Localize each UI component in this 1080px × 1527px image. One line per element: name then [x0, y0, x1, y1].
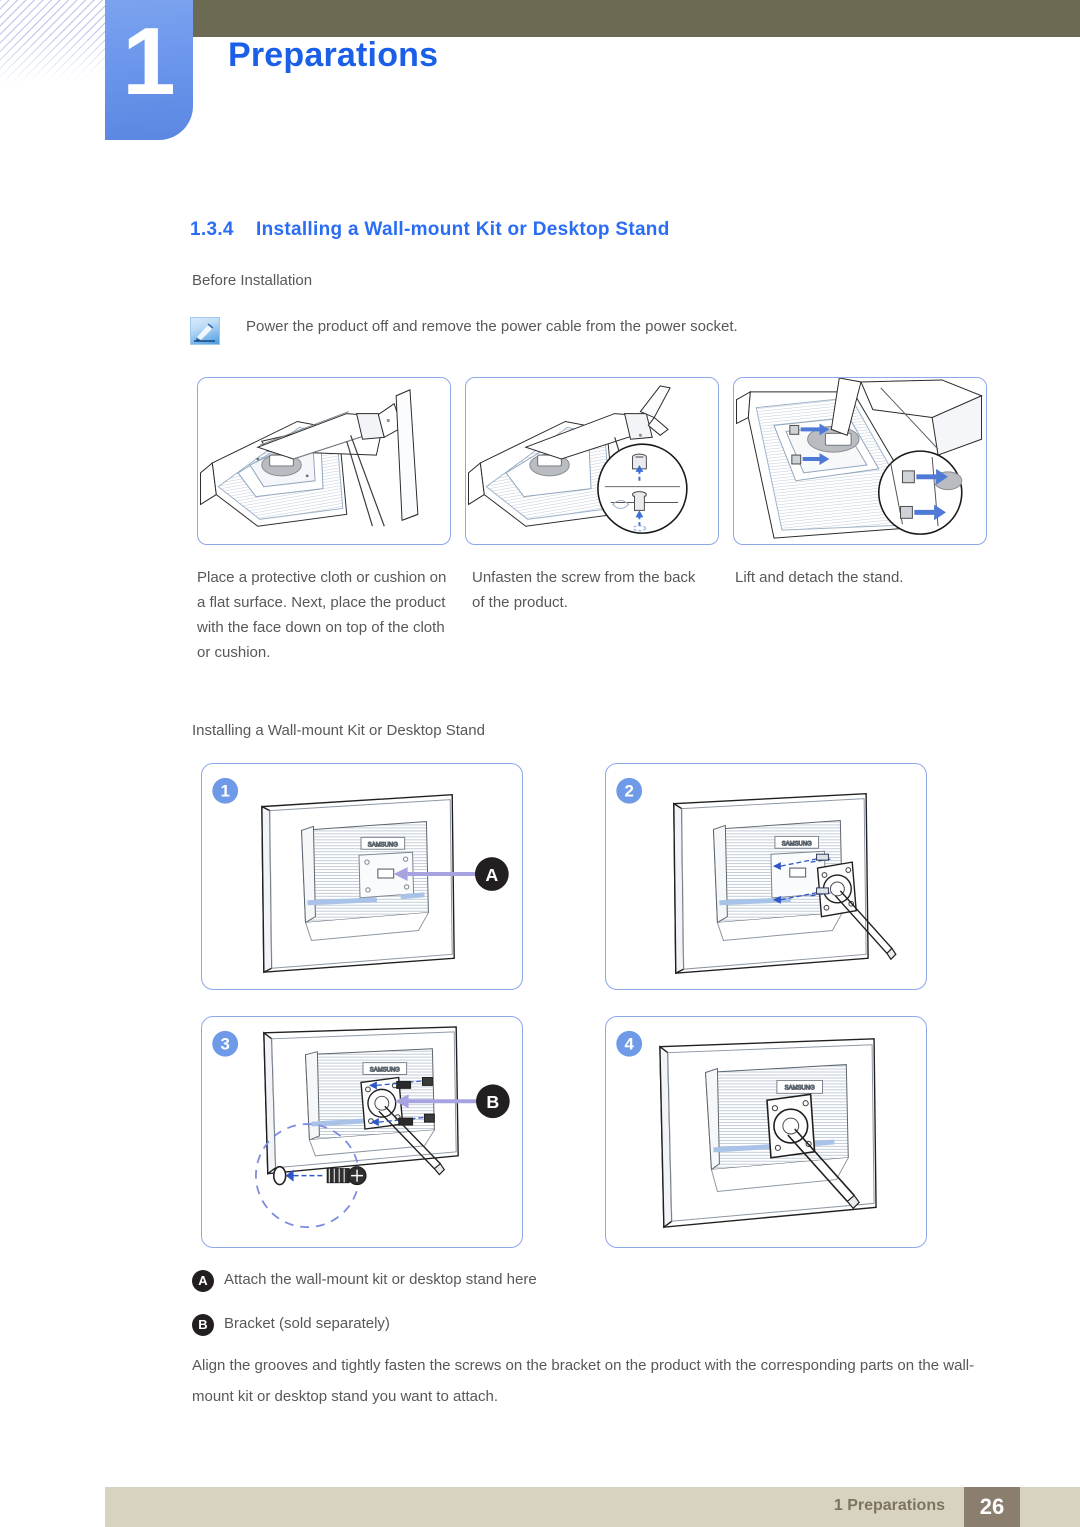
hatch-pattern-decoration — [0, 0, 118, 100]
note-text: Power the product off and remove the pow… — [246, 318, 738, 335]
figure-lift-detach-stand — [733, 377, 987, 545]
figure-caption-3: Lift and detach the stand. — [735, 569, 904, 586]
figure-monitor-face-down — [197, 377, 451, 545]
page-footer: 1 Preparations 26 — [105, 1487, 1080, 1527]
chapter-number-tab: 1 — [105, 0, 193, 140]
step-panel-2: 2 SAMSUNG — [605, 763, 927, 990]
legend-text-b: Bracket (sold separately) — [224, 1315, 390, 1332]
section-number: 1.3.4 — [190, 219, 234, 240]
installation-steps: 1 SAMSUNG A 2 SAMSUNG 3 SAMSUNG B 4 SAMS… — [201, 763, 933, 1250]
legend-badge-a: A — [192, 1270, 214, 1292]
svg-text:3: 3 — [221, 1035, 230, 1054]
note-pen-icon — [190, 317, 220, 345]
svg-text:SAMSUNG: SAMSUNG — [782, 841, 812, 847]
figure-unfasten-screw — [465, 377, 719, 545]
svg-text:B: B — [486, 1092, 499, 1112]
before-installation-label: Before Installation — [192, 272, 313, 289]
header-olive-bar — [193, 0, 1080, 37]
before-installation-figures — [197, 377, 991, 545]
svg-text:A: A — [485, 865, 498, 885]
section-heading: 1.3.4 Installing a Wall-mount Kit or Desk… — [190, 219, 670, 241]
svg-text:SAMSUNG: SAMSUNG — [785, 1085, 815, 1091]
svg-text:2: 2 — [625, 782, 634, 801]
section-title: Installing a Wall-mount Kit or Desktop S… — [256, 219, 670, 240]
chapter-number: 1 — [122, 8, 176, 115]
step-panel-1: 1 SAMSUNG A — [201, 763, 523, 990]
step-panel-4: 4 SAMSUNG — [605, 1016, 927, 1248]
chapter-title: Preparations — [228, 36, 439, 74]
footer-chapter-label: 1 Preparations — [833, 1497, 945, 1514]
svg-text:SAMSUNG: SAMSUNG — [370, 1068, 400, 1074]
subsection-heading: Installing a Wall-mount Kit or Desktop S… — [192, 722, 485, 739]
page-header: 1 Preparations — [0, 0, 1080, 150]
svg-text:1: 1 — [221, 782, 230, 801]
step-panel-3: 3 SAMSUNG B — [201, 1016, 523, 1248]
figure-caption-2: Unfasten the screw from the back of the … — [472, 569, 696, 611]
svg-text:SAMSUNG: SAMSUNG — [368, 842, 398, 848]
footer-page-number: 26 — [964, 1487, 1020, 1527]
svg-text:4: 4 — [625, 1035, 635, 1054]
legend-text-a: Attach the wall-mount kit or desktop sta… — [224, 1271, 537, 1288]
closing-paragraph: Align the grooves and tightly fasten the… — [192, 1357, 975, 1405]
legend-badge-b: B — [192, 1314, 214, 1336]
figure-caption-1: Place a protective cloth or cushion on a… — [197, 569, 447, 661]
